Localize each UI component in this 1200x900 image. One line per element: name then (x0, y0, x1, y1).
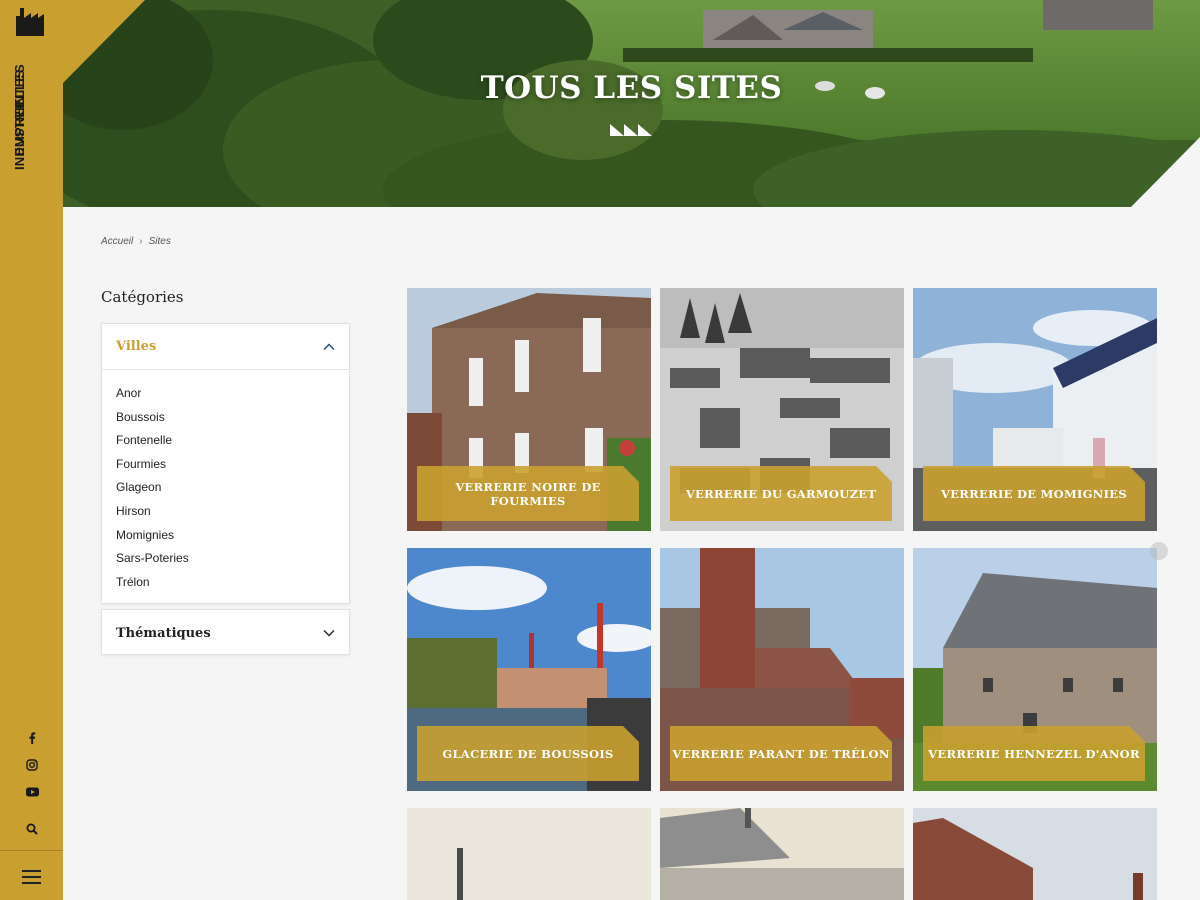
site-card[interactable]: VERRERIE DE MOMIGNIES (913, 288, 1157, 531)
city-item-anor[interactable]: Anor (116, 384, 349, 408)
youtube-icon[interactable] (24, 784, 40, 800)
site-photo-old-postcard (660, 808, 904, 900)
accordion-thematiques-header[interactable]: Thématiques (102, 610, 349, 656)
accordion-thematiques-label: Thématiques (116, 625, 211, 641)
city-item-sars-poteries[interactable]: Sars-Poteries (116, 549, 349, 573)
city-item-glageon[interactable]: Glageon (116, 478, 349, 502)
search-icon[interactable] (24, 821, 40, 837)
city-item-trelon[interactable]: Trélon (116, 573, 349, 597)
factory-logo-icon (16, 8, 44, 36)
logo[interactable]: EMPREINTES INDUSTRIELLES (12, 8, 48, 170)
site-card-title: VERRERIE HENNEZEL D'ANOR (923, 726, 1145, 781)
site-card[interactable]: VERRERIE HENNEZEL D'ANOR (913, 548, 1157, 791)
city-item-boussois[interactable]: Boussois (116, 408, 349, 432)
accordion-villes-label: Villes (116, 339, 157, 354)
site-card[interactable]: VERRERIE PARANT DE TRÉLON (660, 548, 904, 791)
site-card-title: VERRERIE NOIRE DE FOURMIES (417, 466, 639, 521)
site-photo-brick-roof (913, 808, 1157, 900)
site-card[interactable]: GLACERIE DE BOUSSOIS (407, 548, 651, 791)
sidebar: EMPREINTES INDUSTRIELLES (0, 0, 63, 900)
city-item-fourmies[interactable]: Fourmies (116, 455, 349, 479)
triple-arrow-icon (610, 124, 652, 136)
site-card[interactable] (660, 808, 904, 900)
site-card-title: VERRERIE DU GARMOUZET (670, 466, 892, 521)
logo-line-2: INDUSTRIELLES (12, 64, 27, 170)
site-card[interactable] (913, 808, 1157, 900)
site-card-title: GLACERIE DE BOUSSOIS (417, 726, 639, 781)
hero-corner-accent (63, 0, 145, 83)
facebook-icon[interactable] (24, 730, 40, 746)
page-title: TOUS LES SITES (480, 70, 783, 106)
instagram-icon[interactable] (24, 757, 40, 773)
accordion-villes: Villes Anor Boussois Fontenelle Fourmies… (101, 323, 350, 604)
site-card-title: VERRERIE PARANT DE TRÉLON (670, 726, 892, 781)
breadcrumb-current: Sites (148, 236, 171, 247)
breadcrumb-home-link[interactable]: Accueil (101, 236, 133, 247)
accordion-villes-header[interactable]: Villes (102, 324, 349, 370)
city-item-momignies[interactable]: Momignies (116, 526, 349, 550)
site-card[interactable] (407, 808, 651, 900)
breadcrumb: Accueil › Sites (101, 236, 171, 247)
site-card[interactable]: VERRERIE NOIRE DE FOURMIES (407, 288, 651, 531)
logo-text: EMPREINTES INDUSTRIELLES (12, 48, 47, 170)
site-card[interactable]: VERRERIE DU GARMOUZET (660, 288, 904, 531)
city-item-fontenelle[interactable]: Fontenelle (116, 431, 349, 455)
city-item-hirson[interactable]: Hirson (116, 502, 349, 526)
sidebar-divider (0, 850, 63, 851)
scroll-indicator[interactable] (1150, 542, 1168, 560)
categories-title: Catégories (101, 288, 184, 306)
chevron-down-icon (323, 630, 335, 637)
site-card-title: VERRERIE DE MOMIGNIES (923, 466, 1145, 521)
site-photo-old-factory-chimney (407, 808, 651, 900)
hero-banner: TOUS LES SITES (63, 0, 1200, 207)
breadcrumb-separator-icon: › (139, 236, 143, 247)
accordion-thematiques: Thématiques (101, 609, 350, 655)
city-list: Anor Boussois Fontenelle Fourmies Glageo… (102, 370, 349, 596)
chevron-up-icon (323, 343, 335, 350)
menu-icon[interactable] (22, 870, 41, 884)
hero-corner-cut (1131, 137, 1200, 207)
